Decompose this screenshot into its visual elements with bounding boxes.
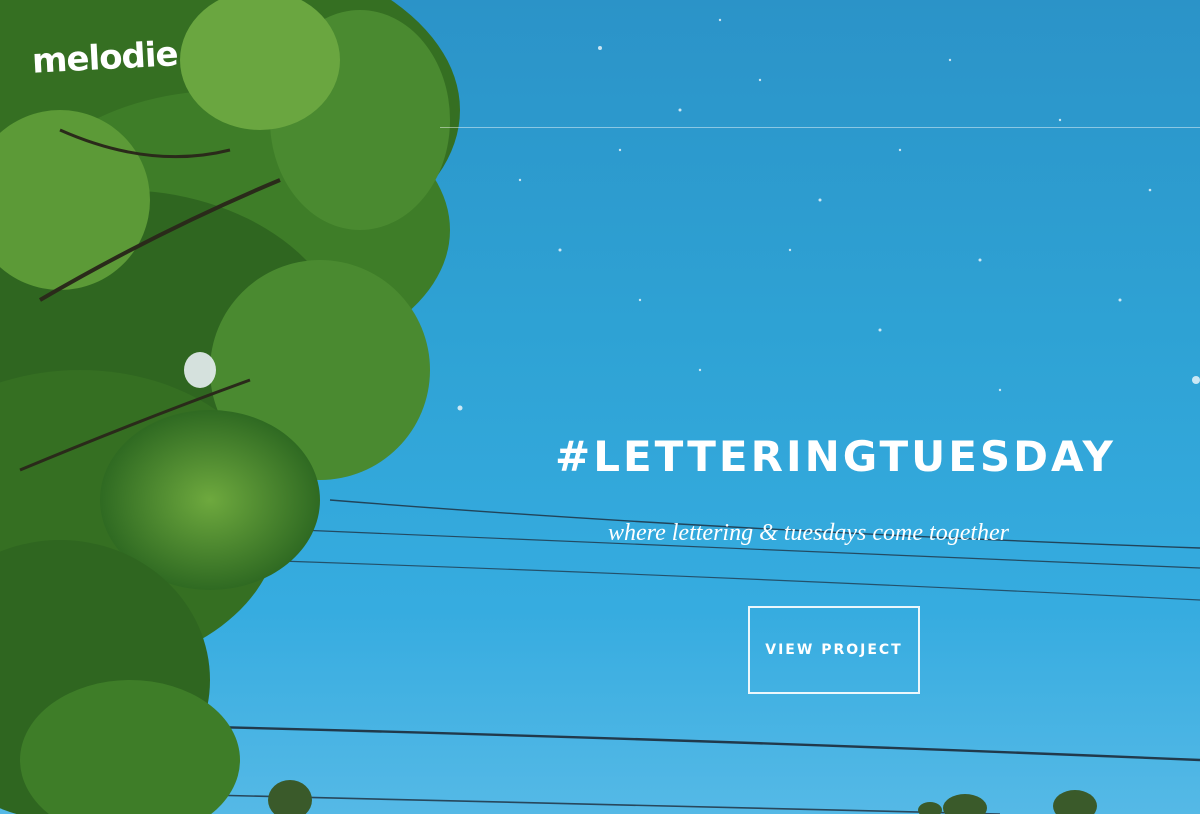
hero-background-photo — [0, 0, 1200, 814]
view-project-button[interactable]: VIEW PROJECT — [748, 606, 920, 694]
hero-section: melodie #LETTERINGTUESDAY where letterin… — [0, 0, 1200, 814]
distant-treetops — [268, 780, 1097, 814]
site-logo[interactable]: melodie — [31, 34, 178, 82]
hero-tagline: where lettering & tuesdays come together — [608, 520, 1010, 546]
hero-headline: #LETTERINGTUESDAY — [555, 432, 1116, 481]
sky-specks — [457, 18, 1200, 411]
tree-canopy — [0, 0, 460, 814]
header-divider — [440, 127, 1200, 128]
